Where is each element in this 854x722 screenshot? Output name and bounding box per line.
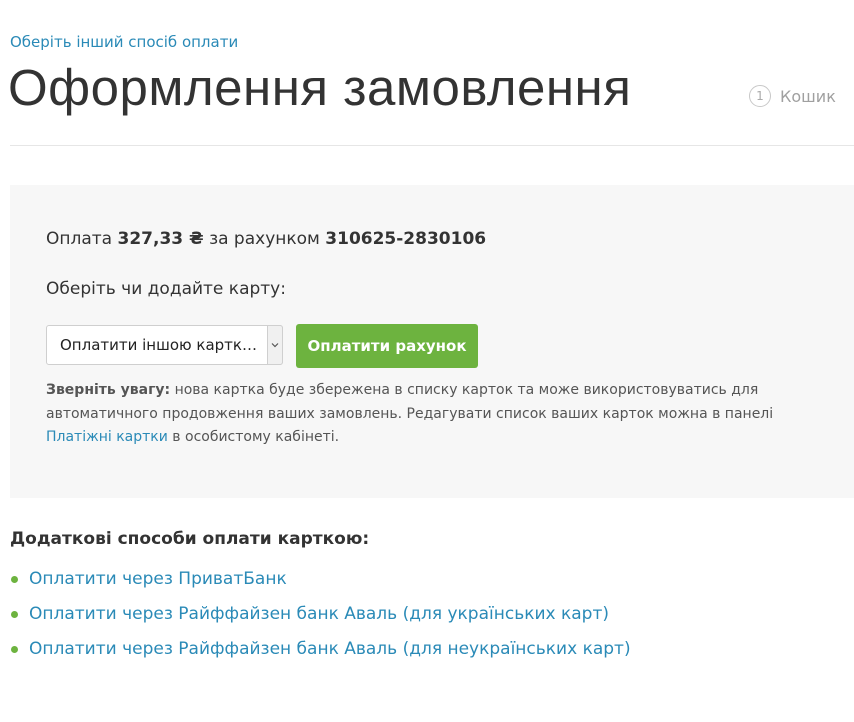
checkout-steps: 1 Кошик	[749, 85, 836, 107]
choose-other-payment-link[interactable]: Оберіть інший спосіб оплати	[10, 33, 238, 51]
payment-cards-link[interactable]: Платіжні картки	[46, 429, 168, 445]
card-select[interactable]: Оплатити іншою карткою...	[46, 325, 283, 365]
notice-tail: в особистому кабінеті.	[172, 429, 340, 445]
invoice-number: 310625-2830106	[325, 229, 487, 249]
bullet-dot-icon	[11, 646, 18, 653]
payment-amount: 327,33 ₴	[117, 229, 204, 249]
card-save-notice: Зверніть увагу: нова картка буде збереже…	[46, 379, 806, 450]
page-title: Оформлення замовлення	[8, 59, 632, 116]
payment-prefix: Оплата	[46, 229, 113, 249]
step-number-badge: 1	[749, 85, 771, 107]
payment-panel: Оплата 327,33 ₴ за рахунком 310625-28301…	[10, 185, 854, 498]
list-item: Оплатити через ПриватБанк	[10, 565, 631, 600]
list-item: Оплатити через Райффайзен банк Аваль (дл…	[10, 600, 631, 635]
chevron-down-icon[interactable]	[267, 325, 283, 365]
header-divider	[10, 145, 854, 146]
pay-raiffeisen-ua-link[interactable]: Оплатити через Райффайзен банк Аваль (дл…	[29, 604, 609, 624]
bullet-dot-icon	[11, 611, 18, 618]
payment-summary: Оплата 327,33 ₴ за рахунком 310625-28301…	[46, 229, 486, 249]
card-select-value: Оплатити іншою карткою...	[60, 336, 265, 354]
payment-middle: за рахунком	[209, 229, 320, 249]
pay-invoice-button[interactable]: Оплатити рахунок	[296, 324, 478, 368]
list-item: Оплатити через Райффайзен банк Аваль (дл…	[10, 635, 631, 670]
checkout-page: Оберіть інший спосіб оплати Оформлення з…	[0, 0, 854, 722]
pay-privatbank-link[interactable]: Оплатити через ПриватБанк	[29, 569, 287, 589]
notice-bold: Зверніть увагу:	[46, 382, 171, 398]
pay-raiffeisen-foreign-link[interactable]: Оплатити через Райффайзен банк Аваль (дл…	[29, 639, 631, 659]
choose-card-label: Оберіть чи додайте карту:	[46, 279, 286, 299]
bullet-dot-icon	[11, 576, 18, 583]
alt-payments-list: Оплатити через ПриватБанк Оплатити через…	[10, 565, 631, 670]
step-label-cart[interactable]: Кошик	[780, 87, 836, 106]
alt-payments-heading: Додаткові способи оплати карткою:	[10, 529, 370, 549]
